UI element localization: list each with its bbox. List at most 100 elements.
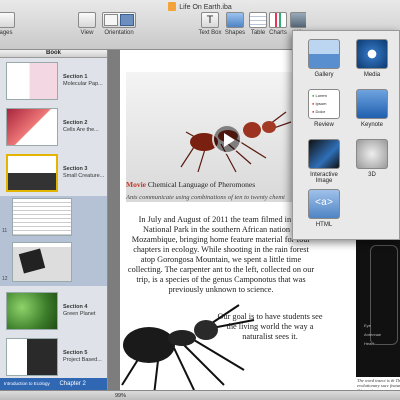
sidebar-section-3[interactable]: Section 3 Small Creature... [0,152,107,196]
section-number: Section 1 [63,74,88,80]
3d-icon [356,139,388,169]
charts-label: Charts [269,30,287,36]
orientation-label: Orientation [104,30,134,36]
section-label: Section 1 Molecular Pap... [63,74,103,88]
widgets-icon [290,12,306,28]
section-title: Project Based... [63,357,102,363]
shapes-icon [226,12,244,28]
widget-label: Gallery [314,72,334,78]
black-ant-image [121,304,255,390]
review-option-text: Dolor [315,109,326,114]
movie-caption: Movie Chemical Language of Pheromones [126,180,306,189]
play-button[interactable] [212,124,242,154]
page-number: 12 [2,276,8,282]
book-sidebar: Book Section 1 Molecular Pap... Section 2… [0,50,108,390]
pages-label: ages [0,30,13,36]
chapter-label: Chapter 2 [59,381,86,387]
section-thumbnail [6,62,58,100]
section-label: Section 4 Green Planet [63,304,95,318]
sidebar-header: Book [0,50,107,58]
table-button[interactable]: Table [248,12,268,36]
section-label: Section 2 Cells Are the... [63,120,99,134]
section-thumbnail [6,154,58,192]
sidebar-section-2[interactable]: Section 2 Cells Are the... [0,106,107,150]
orientation-button[interactable]: Orientation [100,12,138,36]
interactive-image-icon [308,139,340,169]
body-paragraph[interactable]: In July and August of 2011 the team film… [126,215,316,295]
widget-review[interactable]: ● Lorem ● Ipsum ● Dolor Review [301,89,347,128]
section-label: Section 5 Project Based... [63,350,102,364]
html-icon: <a> [308,189,340,219]
shapes-button[interactable]: Shapes [224,12,246,36]
section-thumbnail [6,108,58,146]
widget-label: Interactive Image [310,172,338,184]
widget-keynote[interactable]: Keynote [349,89,395,128]
diagram-label: Eye [364,323,371,328]
widget-html[interactable]: <a> HTML [301,189,347,228]
textbox-label: Text Box [198,30,222,36]
chapter-bar[interactable]: Introduction to Ecology Chapter 2 [0,378,107,390]
charts-icon [269,12,287,28]
section-label: Section 3 Small Creature... [63,166,104,180]
orientation-icon [102,12,136,28]
review-option: ● Lorem [312,93,327,98]
review-option: ● Dolor [312,109,326,114]
widget-label: Keynote [360,122,384,128]
sidebar-section-4[interactable]: Section 4 Green Planet [0,290,107,334]
section-title: Cells Are the... [63,127,99,133]
sidebar-section-1[interactable]: Section 1 Molecular Pap... [0,60,107,104]
gallery-icon [308,39,340,69]
widget-label: 3D [368,172,376,178]
pages-button[interactable]: ages [0,12,18,36]
section-title: Small Creature... [63,173,105,179]
sidebar-section-5[interactable]: Section 5 Project Based... [0,336,107,380]
review-option-text: Lorem [315,93,327,98]
widget-gallery[interactable]: Gallery [301,39,347,78]
media-icon [356,39,388,69]
window-title: Life On Earth.iba [0,2,400,11]
page-number: 11 [2,228,8,234]
page-thumbnail-11[interactable] [12,198,72,236]
view-icon [78,12,96,28]
window-title-text: Life On Earth.iba [179,4,232,11]
status-bar: 99% [0,390,400,400]
section-thumbnail [6,292,58,330]
keynote-icon [356,89,388,119]
widget-label: Review [314,122,334,128]
section-thumbnail [6,338,58,376]
movie-subcaption: Ants communicate using combinations of t… [126,194,285,201]
zoom-level[interactable]: 99% [115,393,126,399]
shapes-label: Shapes [224,30,246,36]
review-icon: ● Lorem ● Ipsum ● Dolor [308,89,340,119]
widget-label: Media [363,72,381,78]
section-title: Molecular Pap... [63,81,103,87]
side-caption: The word insect is th The evolutionary s… [356,377,400,390]
sidebar-pages-selected[interactable]: 11 12 [0,196,107,286]
diagram-label: Head [364,341,374,346]
view-button[interactable]: View [76,12,98,36]
caption-title: Chemical Language of Pheromones [147,180,256,189]
table-label: Table [250,30,266,36]
widget-interactive-image[interactable]: Interactive Image [301,139,347,184]
widgets-popover: Gallery Media ● Lorem ● Ipsum ● Dolor Re… [292,30,400,240]
section-title: Green Planet [63,311,96,317]
interactive-image[interactable]: Eye Antennae Head The word insect is th … [356,235,400,390]
section-number: Section 3 [63,166,88,172]
chapter-intro-label: Introduction to Ecology [4,381,50,386]
page-thumbnail-12[interactable] [12,242,72,282]
review-option: ● Ipsum [312,101,327,106]
textbox-icon: T [201,12,219,28]
review-option-text: Ipsum [315,101,327,106]
charts-button[interactable]: Charts [268,12,288,36]
widget-label: HTML [315,222,333,228]
caption-lead: Movie [126,180,146,189]
widget-media[interactable]: Media [349,39,395,78]
widget-3d[interactable]: 3D [349,139,395,178]
textbox-button[interactable]: T Text Box [198,12,222,36]
section-number: Section 5 [63,350,88,356]
table-icon [249,12,267,28]
document-icon [168,2,177,11]
view-label: View [80,30,94,36]
section-number: Section 2 [63,120,88,126]
pages-icon [0,12,15,28]
